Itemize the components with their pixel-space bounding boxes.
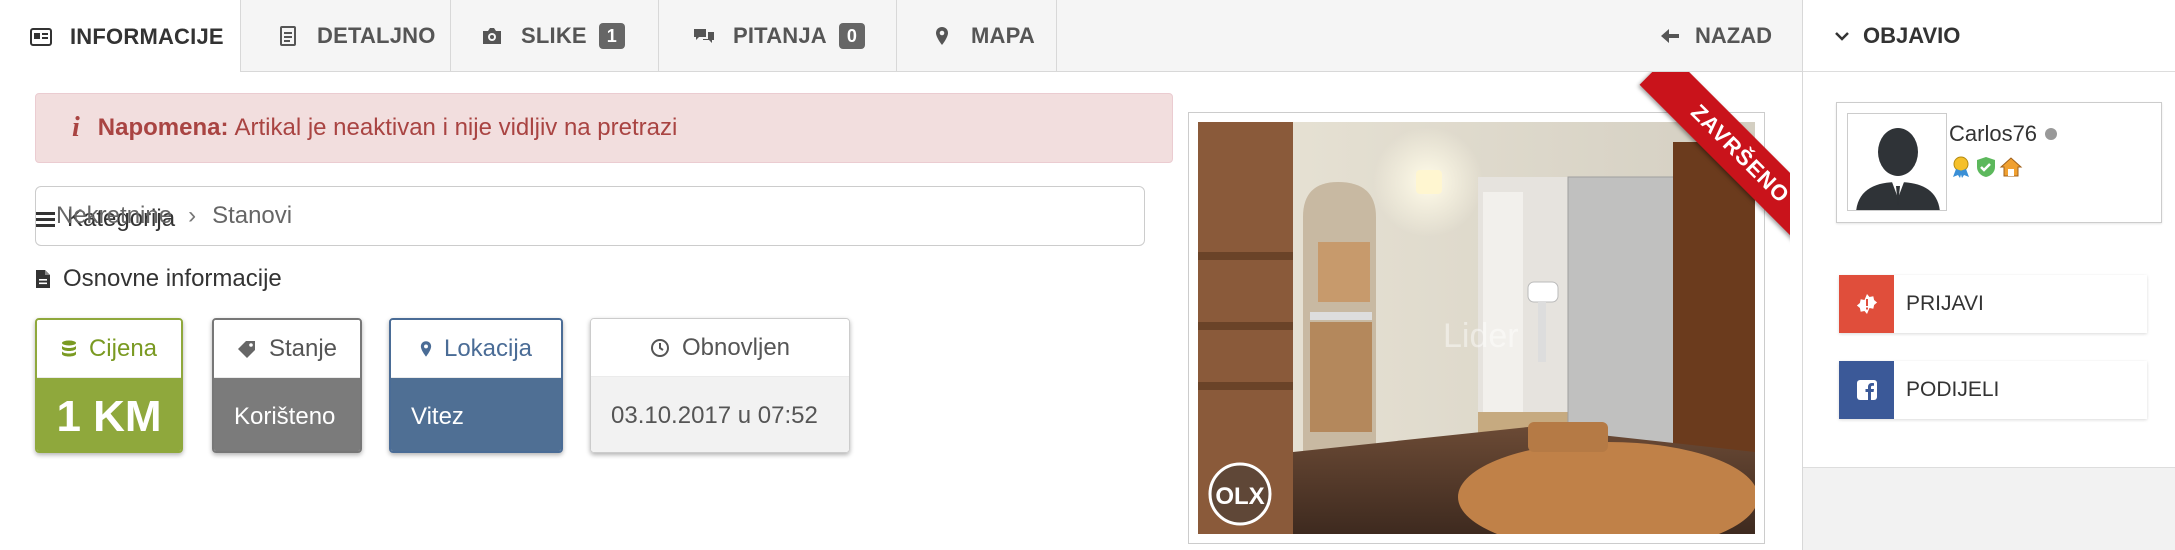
condition-label: Stanje	[268, 334, 338, 362]
svg-text:Lider: Lider	[1443, 317, 1519, 355]
offline-status-icon	[2045, 128, 2058, 140]
updated-card-header: Obnovljen	[591, 319, 849, 377]
info-icon: i	[72, 112, 80, 143]
price-label: Cijena	[88, 334, 158, 362]
alert-gear-icon	[1839, 275, 1894, 333]
chevron-down-icon	[1835, 31, 1849, 41]
updated-label: Obnovljen	[681, 333, 791, 361]
price-card-header: Cijena	[37, 320, 181, 378]
updated-value: 03.10.2017 u 07:52	[591, 377, 849, 452]
camera-icon	[481, 25, 503, 47]
avatar[interactable]	[1847, 113, 1947, 211]
main-content: i Napomena: Artikal je neaktivan i nije …	[0, 72, 1802, 550]
price-value: 1 KM	[37, 378, 181, 451]
breadcrumb-item[interactable]: Stanovi	[212, 202, 292, 230]
share-label: PODIJELI	[1906, 378, 2000, 401]
olx-watermark: OLX	[1215, 483, 1264, 510]
photo-count-badge: 1	[598, 23, 626, 49]
condition-value: Korišteno	[214, 378, 360, 451]
basic-info-title-text: Osnovne informacije	[63, 265, 282, 292]
tab-informacije[interactable]: INFORMACIJE	[0, 0, 241, 73]
seller-badges	[1949, 155, 2024, 179]
tab-pitanja[interactable]: PITANJA 0	[659, 0, 897, 72]
category-breadcrumb: Nekretnine › Stanovi	[35, 186, 1145, 246]
location-card-header: Lokacija	[391, 320, 561, 378]
verified-shield-icon	[1974, 155, 1998, 179]
sidebar: OBJAVIO Carlos76 PRIJAVI PODIJELI	[1802, 0, 2175, 550]
condition-card: Stanje Korišteno	[212, 318, 362, 453]
location-value: Vitez	[391, 378, 561, 451]
facebook-icon	[1839, 361, 1894, 419]
seller-name: Carlos76	[1949, 121, 2038, 146]
sidebar-header[interactable]: OBJAVIO	[1803, 0, 2175, 72]
file-text-icon	[35, 269, 51, 289]
chevron-right-icon: ›	[188, 202, 197, 229]
seller-panel: Carlos76 PRIJAVI PODIJELI	[1803, 72, 2175, 468]
tab-bar: INFORMACIJE DETALJNO SLIKE 1 PITANJA 0 M…	[0, 0, 1802, 73]
seller-card[interactable]: Carlos76	[1836, 102, 2162, 223]
document-icon	[277, 25, 299, 47]
question-count-badge: 0	[838, 23, 866, 49]
inactive-notice: i Napomena: Artikal je neaktivan i nije …	[35, 93, 1173, 163]
coins-icon	[61, 340, 77, 358]
tab-label: PITANJA	[733, 23, 827, 48]
breadcrumb-item[interactable]: Nekretnine	[56, 202, 172, 230]
report-label: PRIJAVI	[1906, 292, 1984, 315]
tab-label: INFORMACIJE	[70, 23, 224, 49]
tab-mapa[interactable]: MAPA	[897, 0, 1057, 72]
notice-label: Napomena:	[97, 114, 229, 141]
tab-label: SLIKE	[521, 23, 587, 48]
status-ribbon-label: ZAVRŠENO	[1639, 72, 1790, 252]
id-card-icon	[30, 26, 52, 48]
avatar-placeholder-icon	[1848, 114, 1946, 210]
home-badge-icon	[1999, 155, 2023, 179]
tab-label: MAPA	[971, 23, 1035, 48]
map-marker-icon	[931, 25, 953, 47]
updated-card: Obnovljen 03.10.2017 u 07:52	[590, 318, 850, 453]
basic-info-title: Osnovne informacije	[35, 265, 282, 293]
seller-username[interactable]: Carlos76	[1949, 121, 2058, 147]
tab-slike[interactable]: SLIKE 1	[451, 0, 659, 72]
tag-icon	[237, 340, 257, 358]
award-badge-icon	[1949, 155, 1973, 179]
location-card: Lokacija Vitez	[389, 318, 563, 453]
back-button[interactable]: NAZAD	[1661, 0, 1772, 72]
condition-card-header: Stanje	[214, 320, 360, 378]
location-label: Lokacija	[443, 334, 533, 362]
status-ribbon: ZAVRŠENO	[1610, 72, 1790, 252]
clock-icon	[650, 338, 670, 358]
tab-label: DETALJNO	[317, 23, 436, 48]
tab-detaljno[interactable]: DETALJNO	[241, 0, 451, 72]
comments-icon	[693, 25, 715, 47]
sidebar-title: OBJAVIO	[1863, 22, 1961, 48]
arrow-left-icon	[1661, 29, 1679, 43]
notice-text: Artikal je neaktivan i nije vidljiv na p…	[234, 114, 678, 141]
share-button[interactable]: PODIJELI	[1839, 361, 2147, 419]
back-label: NAZAD	[1695, 23, 1772, 48]
map-marker-icon	[420, 340, 432, 358]
report-button[interactable]: PRIJAVI	[1839, 275, 2147, 333]
price-card: Cijena 1 KM	[35, 318, 183, 453]
